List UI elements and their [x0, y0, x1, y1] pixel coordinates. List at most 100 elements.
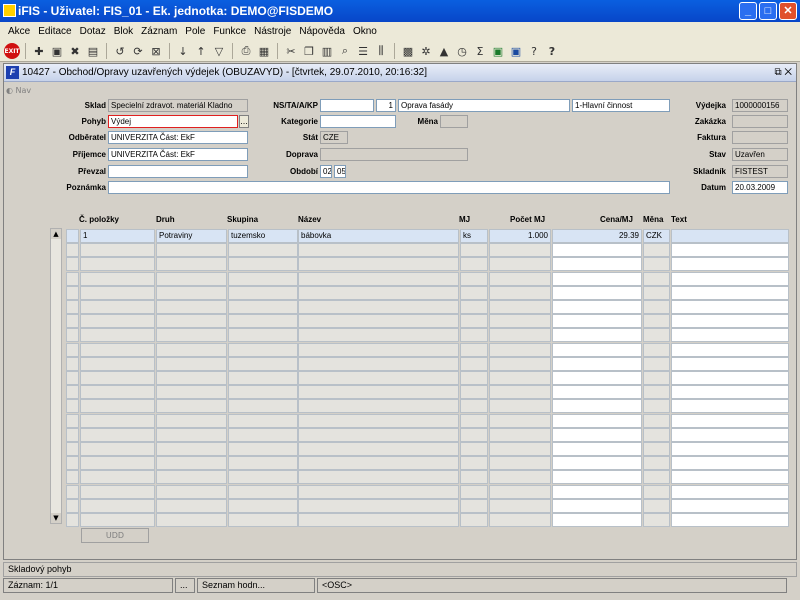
grid-cell-pocet[interactable] — [489, 314, 551, 328]
ta-field[interactable]: 1 — [376, 99, 396, 112]
grid-cell-nazev[interactable] — [298, 314, 459, 328]
poznamka-field[interactable] — [108, 181, 670, 194]
grid-cell-cislo[interactable] — [80, 513, 155, 527]
grid-cell-nazev[interactable] — [298, 399, 459, 413]
grid-row-selector[interactable] — [66, 442, 79, 456]
grid-cell-cislo[interactable] — [80, 343, 155, 357]
grid-row-selector[interactable] — [66, 513, 79, 527]
menu-blok[interactable]: Blok — [110, 26, 137, 37]
grid-cell-pocet[interactable] — [489, 371, 551, 385]
nav-tab[interactable]: ◐ Nav — [6, 86, 31, 95]
grid-cell-nazev[interactable] — [298, 414, 459, 428]
grid-cell-text[interactable] — [671, 385, 789, 399]
help-icon[interactable]: ? — [526, 43, 542, 59]
grid-cell-druh[interactable] — [156, 485, 227, 499]
delete-record-icon[interactable]: ✖ — [67, 43, 83, 59]
grid-cell-mj[interactable] — [460, 272, 488, 286]
grid-cell-text[interactable] — [671, 414, 789, 428]
grid-cell-mj[interactable] — [460, 314, 488, 328]
grid-cell-nazev[interactable] — [298, 456, 459, 470]
add-record-icon[interactable]: ✚ — [31, 43, 47, 59]
grid-cell-cena[interactable] — [552, 470, 642, 484]
menu-napoveda[interactable]: Nápověda — [295, 26, 349, 37]
paste-icon[interactable]: ▥ — [319, 43, 335, 59]
grid-cell-mena[interactable] — [643, 385, 670, 399]
grid-cell-mena[interactable] — [643, 343, 670, 357]
grid-cell-cena[interactable] — [552, 456, 642, 470]
grid-cell-druh[interactable] — [156, 470, 227, 484]
stat-field[interactable]: CZE — [320, 131, 348, 144]
grid-cell-druh[interactable] — [156, 343, 227, 357]
grid-cell-cena[interactable] — [552, 371, 642, 385]
grid-cell-nazev[interactable] — [298, 286, 459, 300]
grid-cell-cislo[interactable] — [80, 286, 155, 300]
sklad-field[interactable]: Specielní zdravot. materiál Kladno — [108, 99, 248, 112]
grid-cell-skupina[interactable] — [228, 257, 298, 271]
grid-cell-cislo[interactable] — [80, 470, 155, 484]
grid-cell-skupina[interactable] — [228, 385, 298, 399]
grid-row-selector[interactable] — [66, 300, 79, 314]
grid-cell-pocet[interactable] — [489, 456, 551, 470]
grid-cell-mj[interactable] — [460, 499, 488, 513]
grid-row-selector[interactable] — [66, 229, 79, 243]
grid-cell-skupina[interactable] — [228, 286, 298, 300]
menu-editace[interactable]: Editace — [34, 26, 75, 37]
form-restore-close[interactable]: ⧉ ✕ — [774, 64, 792, 82]
grid-cell-druh[interactable] — [156, 257, 227, 271]
grid-cell-cislo[interactable] — [80, 328, 155, 342]
grid-row-selector[interactable] — [66, 314, 79, 328]
grid-cell-cislo[interactable] — [80, 414, 155, 428]
grid-cell-druh[interactable] — [156, 499, 227, 513]
akce-field[interactable]: Oprava fasády — [398, 99, 570, 112]
grid-cell-mj[interactable] — [460, 300, 488, 314]
copy-icon[interactable]: ❐ — [301, 43, 317, 59]
grid-cell-druh[interactable] — [156, 272, 227, 286]
grid-cell-skupina[interactable] — [228, 272, 298, 286]
grid-cell-druh[interactable] — [156, 428, 227, 442]
grid-cell-druh[interactable] — [156, 513, 227, 527]
calculator-icon[interactable]: ▩ — [400, 43, 416, 59]
udd-button[interactable]: UDD — [81, 528, 149, 543]
grid-cell-cena[interactable] — [552, 286, 642, 300]
grid-cell-mena[interactable] — [643, 513, 670, 527]
grid-cell-druh[interactable] — [156, 399, 227, 413]
grid-row-selector[interactable] — [66, 499, 79, 513]
grid-cell-cena[interactable] — [552, 243, 642, 257]
obdobi-rok-field[interactable]: 02 — [320, 165, 332, 178]
grid-cell-skupina[interactable] — [228, 485, 298, 499]
grid-cell-cislo[interactable] — [80, 442, 155, 456]
grid-cell-mj[interactable] — [460, 343, 488, 357]
grid-cell-text[interactable] — [671, 243, 789, 257]
grid-cell-mj[interactable] — [460, 257, 488, 271]
grid-vertical-scrollbar[interactable]: ▲ ▼ — [50, 228, 62, 524]
grid-cell-text[interactable] — [671, 257, 789, 271]
filter-icon[interactable]: ▽ — [211, 43, 227, 59]
grid-cell-cislo[interactable]: 1 — [80, 229, 155, 243]
grid-row-selector[interactable] — [66, 243, 79, 257]
grid-cell-mena[interactable] — [643, 414, 670, 428]
grid-cell-nazev[interactable] — [298, 357, 459, 371]
grid-cell-cena[interactable] — [552, 485, 642, 499]
list-icon[interactable]: ☰ — [355, 43, 371, 59]
grid-cell-pocet[interactable] — [489, 257, 551, 271]
kp-field[interactable]: 1-Hlavní činnost — [572, 99, 670, 112]
clock-icon[interactable]: ◷ — [454, 43, 470, 59]
grid-cell-mj[interactable] — [460, 385, 488, 399]
grid-cell-nazev[interactable] — [298, 428, 459, 442]
maximize-button[interactable]: □ — [759, 2, 777, 20]
grid-cell-cena[interactable] — [552, 272, 642, 286]
menu-dotaz[interactable]: Dotaz — [76, 26, 110, 37]
grid-cell-cislo[interactable] — [80, 485, 155, 499]
grid-cell-mj[interactable] — [460, 357, 488, 371]
grid-cell-nazev[interactable] — [298, 499, 459, 513]
grid-cell-cena[interactable] — [552, 343, 642, 357]
excel-icon[interactable]: ▣ — [490, 43, 506, 59]
grid-cell-nazev[interactable] — [298, 257, 459, 271]
grid-cell-nazev[interactable] — [298, 328, 459, 342]
grid-cell-skupina[interactable] — [228, 328, 298, 342]
grid-cell-mena[interactable] — [643, 485, 670, 499]
grid-cell-pocet[interactable] — [489, 428, 551, 442]
stav-field[interactable]: Uzavřen — [732, 148, 788, 161]
grid-row-selector[interactable] — [66, 343, 79, 357]
word-icon[interactable]: ▣ — [508, 43, 524, 59]
